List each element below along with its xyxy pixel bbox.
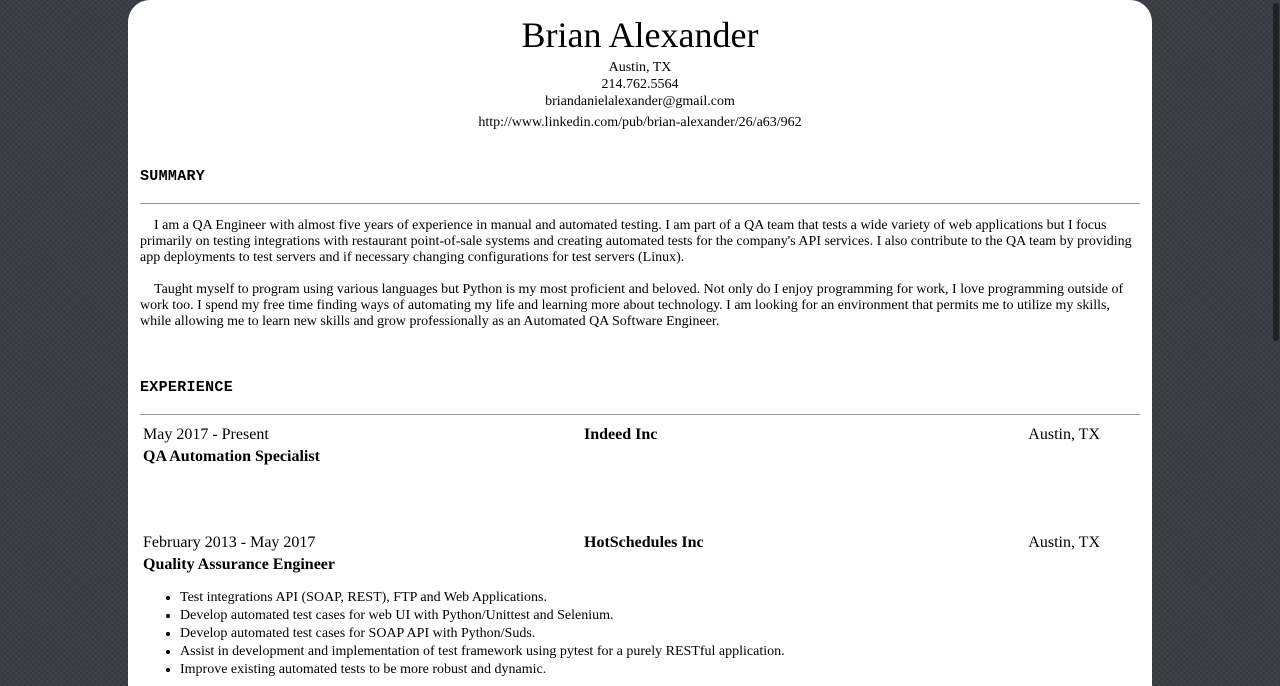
job-location: Austin, TX xyxy=(1028,534,1100,551)
summary-divider xyxy=(140,203,1140,204)
contact-email: briandanielalexander@gmail.com xyxy=(545,94,735,109)
job-duty-item: Develop automated test cases for web UI … xyxy=(180,607,1140,625)
job-location: Austin, TX xyxy=(1028,426,1100,443)
job-role: QA Automation Specialist xyxy=(143,448,320,465)
job-company: HotSchedules Inc xyxy=(584,534,704,551)
contact-phone: 214.762.5564 xyxy=(601,77,679,92)
experience-divider xyxy=(140,414,1140,415)
summary-paragraph: I am a QA Engineer with almost five year… xyxy=(140,218,1132,265)
summary-section: I am a QA Engineer with almost five year… xyxy=(140,218,1140,330)
job-dates: May 2017 - Present xyxy=(143,426,269,443)
job-header-row: May 2017 - Present Indeed Inc Austin, TX xyxy=(140,425,1140,445)
job-header-row: February 2013 - May 2017 HotSchedules In… xyxy=(140,533,1140,553)
job-entry: May 2017 - Present Indeed Inc Austin, TX… xyxy=(140,425,1140,467)
contact-city: Austin, TX xyxy=(608,60,672,75)
job-company: Indeed Inc xyxy=(584,426,658,443)
candidate-name: Brian Alexander xyxy=(521,15,759,55)
job-duty-item: Assist in development and implementation… xyxy=(180,643,1140,661)
job-role: Quality Assurance Engineer xyxy=(143,556,336,573)
summary-paragraph: Taught myself to program using various l… xyxy=(140,282,1124,329)
resume-page: Brian Alexander Austin, TX 214.762.5564 … xyxy=(128,0,1152,686)
job-entry: February 2013 - May 2017 HotSchedules In… xyxy=(140,533,1140,679)
resume-header: Brian Alexander Austin, TX 214.762.5564 … xyxy=(140,0,1140,131)
contact-linkedin: http://www.linkedin.com/pub/brian-alexan… xyxy=(478,115,802,130)
job-duties-list: Test integrations API (SOAP, REST), FTP … xyxy=(140,589,1140,679)
scrollbar-thumb[interactable] xyxy=(1273,3,1279,341)
job-duty-item: Improve existing automated tests to be m… xyxy=(180,661,1140,679)
vertical-scrollbar[interactable] xyxy=(1272,0,1280,686)
experience-heading: EXPERIENCE xyxy=(140,379,234,396)
job-duty-item: Develop automated test cases for SOAP AP… xyxy=(180,625,1140,643)
summary-heading: SUMMARY xyxy=(140,168,206,185)
job-dates: February 2013 - May 2017 xyxy=(143,534,316,551)
job-duty-item: Test integrations API (SOAP, REST), FTP … xyxy=(180,589,1140,607)
